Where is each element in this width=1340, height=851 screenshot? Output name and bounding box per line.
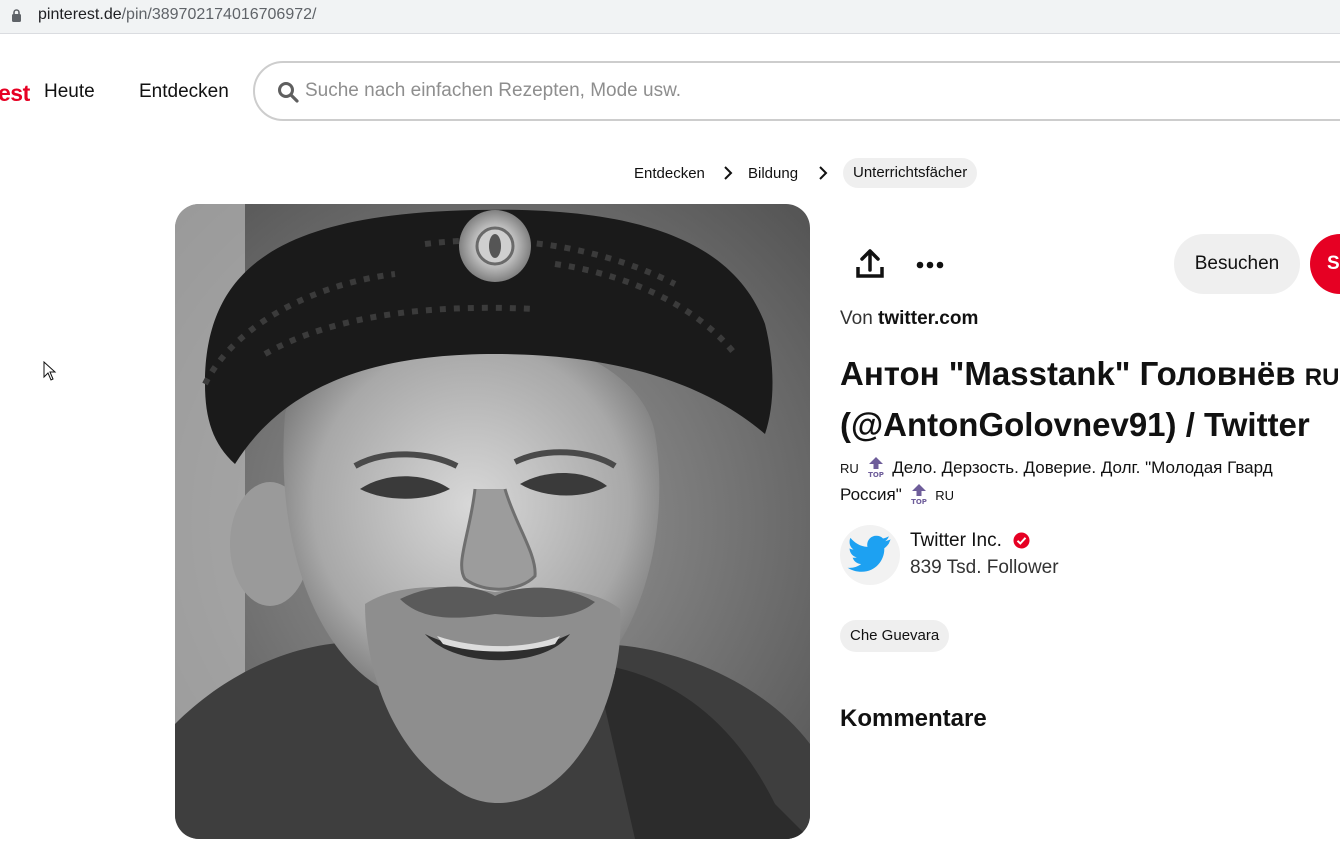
pin-description: RU TOP Дело. Дерзость. Доверие. Долг. "М… xyxy=(840,455,1340,509)
pinterest-logo[interactable]: est xyxy=(0,80,30,107)
svg-text:TOP: TOP xyxy=(911,498,927,505)
more-icon[interactable] xyxy=(908,243,952,287)
breadcrumb-bildung[interactable]: Bildung xyxy=(748,165,798,182)
save-button[interactable]: S xyxy=(1310,234,1340,294)
search-icon xyxy=(278,82,299,103)
cursor-icon xyxy=(43,361,57,381)
url-path: /pin/389702174016706972/ xyxy=(121,6,317,23)
ru-flag: RU xyxy=(1304,364,1340,391)
search-input[interactable] xyxy=(305,73,1205,109)
ru-flag: RU xyxy=(840,461,859,476)
url-host: pinterest.de xyxy=(38,6,122,23)
pin-source: Von twitter.com xyxy=(840,308,978,330)
creator-name[interactable]: Twitter Inc. xyxy=(910,530,1002,552)
portrait-photo xyxy=(175,204,810,839)
description-line2: Россия" xyxy=(840,485,902,504)
verified-icon xyxy=(1013,532,1030,549)
tag-che-guevara[interactable]: Che Guevara xyxy=(840,620,950,652)
breadcrumb-unterrichtsfaecher[interactable]: Unterrichtsfächer xyxy=(843,158,978,188)
creator-avatar[interactable] xyxy=(840,525,900,585)
nav-heute[interactable]: Heute xyxy=(44,81,95,103)
description-line1: Дело. Дерзость. Доверие. Долг. "Молодая … xyxy=(892,458,1273,477)
share-icon[interactable] xyxy=(848,243,892,287)
twitter-bird-icon xyxy=(847,535,891,572)
pin-title: Антон "Masstank" Головнёв RU (@AntonGolo… xyxy=(840,350,1340,448)
pin-title-line2: (@AntonGolovnev91) / Twitter xyxy=(840,406,1310,443)
ru-flag: RU xyxy=(935,488,955,503)
svg-text:TOP: TOP xyxy=(868,471,884,478)
browser-address-bar[interactable]: pinterest.de/pin/389702174016706972/ xyxy=(0,0,1340,34)
nav-entdecken[interactable]: Entdecken xyxy=(139,81,229,103)
visit-button[interactable]: Besuchen xyxy=(1174,234,1300,294)
lock-icon xyxy=(12,9,21,22)
breadcrumb-entdecken[interactable]: Entdecken xyxy=(634,165,705,182)
pin-image[interactable] xyxy=(175,204,810,839)
source-domain-link[interactable]: twitter.com xyxy=(878,308,978,329)
creator-followers: 839 Tsd. Follower xyxy=(910,557,1059,578)
top-badge-icon: TOP xyxy=(911,484,927,505)
comments-heading: Kommentare xyxy=(840,705,987,732)
top-badge-icon: TOP xyxy=(868,457,884,478)
chevron-right-icon xyxy=(724,166,733,180)
url-text[interactable]: pinterest.de/pin/389702174016706972/ xyxy=(38,6,316,24)
chevron-right-icon xyxy=(819,166,828,180)
pin-title-line1: Антон "Masstank" Головнёв xyxy=(840,355,1296,392)
source-prefix: Von xyxy=(840,308,873,329)
search-bar[interactable] xyxy=(253,61,1340,121)
